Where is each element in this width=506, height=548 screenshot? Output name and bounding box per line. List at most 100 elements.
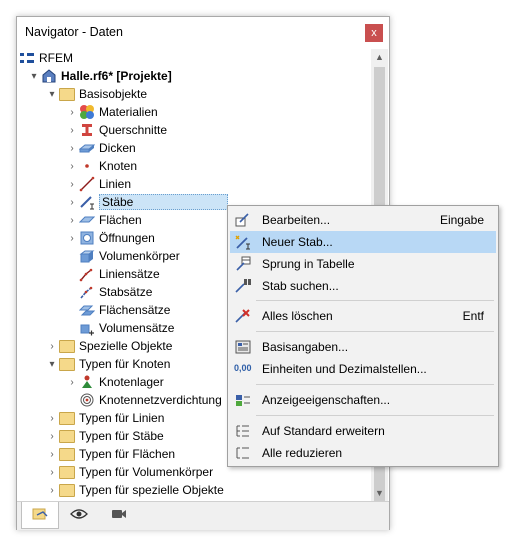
tree-item-typen-linien[interactable]: › Typen für Linien <box>45 409 164 427</box>
member-icon <box>79 194 95 210</box>
expand-chevron-icon[interactable]: › <box>45 445 59 463</box>
tree-item-label: Knoten <box>99 159 138 173</box>
menu-item-anzeigeeigenschaften[interactable]: Anzeigeeigenschaften... <box>230 389 496 411</box>
menu-item-sprung-in-tabelle[interactable]: Sprung in Tabelle <box>230 253 496 275</box>
menu-item-bearbeiten[interactable]: Bearbeiten... Eingabe <box>230 209 496 231</box>
expand-chevron-icon[interactable]: › <box>45 409 59 427</box>
tree-item-label: Öffnungen <box>99 231 155 245</box>
tree-item-typen-staebe[interactable]: › Typen für Stäbe <box>45 427 164 445</box>
tab-data[interactable] <box>21 502 59 529</box>
menu-item-alle-reduzieren[interactable]: Alle reduzieren <box>230 442 496 464</box>
surface-icon <box>79 212 95 228</box>
tree-item-model[interactable]: ▾ Halle.rf6* [Projekte] <box>27 67 172 85</box>
expand-chevron-icon[interactable]: › <box>65 373 79 391</box>
menu-item-shortcut: Entf <box>462 309 484 323</box>
scroll-down-arrow-icon[interactable]: ▼ <box>371 485 388 501</box>
menu-item-neuer-stab[interactable]: Neuer Stab... <box>230 231 496 253</box>
scroll-up-arrow-icon[interactable]: ▲ <box>371 49 388 65</box>
tree-item-flaechensaetze[interactable]: Flächensätze <box>79 301 170 319</box>
tree-item-volumenkoerper[interactable]: Volumenkörper <box>79 247 180 265</box>
expand-chevron-icon[interactable]: › <box>65 211 79 229</box>
tree-item-spezielle-objekte[interactable]: › Spezielle Objekte <box>45 337 172 355</box>
tree-item-label: Typen für Stäbe <box>79 429 164 443</box>
menu-separator <box>256 331 494 332</box>
model-icon <box>41 68 57 84</box>
tree-item-label: Typen für Linien <box>79 411 165 425</box>
tree-item-label: Typen für Flächen <box>79 447 176 461</box>
expand-chevron-icon[interactable]: › <box>45 481 59 499</box>
tree-item-knotenlager[interactable]: › Knotenlager <box>65 373 164 391</box>
expand-chevron-icon[interactable]: › <box>45 463 59 481</box>
view-eye-icon <box>70 507 88 524</box>
menu-item-label: Sprung in Tabelle <box>262 257 355 271</box>
close-button[interactable]: x <box>365 24 383 42</box>
line-icon <box>79 176 95 192</box>
tree-item-label: Linien <box>99 177 132 191</box>
menu-item-stab-suchen[interactable]: Stab suchen... <box>230 275 496 297</box>
surface-set-icon <box>79 302 95 318</box>
solid-icon <box>79 248 95 264</box>
tab-camera[interactable] <box>101 502 137 528</box>
menu-item-auf-standard-erweitern[interactable]: Auf Standard erweitern <box>230 420 496 442</box>
tree-item-materialien[interactable]: › Materialien <box>65 103 158 121</box>
tree-item-typen-volumenkoerper[interactable]: › Typen für Volumenkörper <box>45 463 213 481</box>
expand-chevron-icon[interactable]: › <box>65 139 79 157</box>
tree-item-typen-flaechen[interactable]: › Typen für Flächen <box>45 445 175 463</box>
tree-item-label: Knotennetzverdichtung <box>99 393 222 407</box>
tree-item-label: Knotenlager <box>99 375 164 389</box>
expand-chevron-icon[interactable]: › <box>65 157 79 175</box>
tree-item-typen-spezielle-objekte[interactable]: › Typen für spezielle Objekte <box>45 481 224 499</box>
menu-item-label: Alles löschen <box>262 309 333 323</box>
tree-item-label: Stäbe <box>99 194 229 210</box>
expand-chevron-icon[interactable]: › <box>45 337 59 355</box>
menu-item-label: Neuer Stab... <box>262 235 333 249</box>
tree-item-label: Halle.rf6* [Projekte] <box>61 69 172 83</box>
mesh-refinement-icon <box>79 392 95 408</box>
tree-item-knoten[interactable]: › Knoten <box>65 157 137 175</box>
expand-chevron-icon[interactable]: › <box>65 229 79 247</box>
tree-item-rfem[interactable]: RFEM <box>19 49 73 67</box>
tree-item-typen-knoten[interactable]: ▾ Typen für Knoten <box>45 355 170 373</box>
tab-view[interactable] <box>61 502 97 528</box>
line-set-icon <box>79 266 95 282</box>
tree-item-flaechen[interactable]: › Flächen <box>65 211 142 229</box>
tree-item-oeffnungen[interactable]: › Öffnungen <box>65 229 155 247</box>
tree-item-knotennetzverdichtung[interactable]: Knotennetzverdichtung <box>79 391 222 409</box>
tree-item-label: Typen für spezielle Objekte <box>79 483 224 497</box>
expand-chevron-icon[interactable]: › <box>65 193 79 211</box>
tree-item-querschnitte[interactable]: › Querschnitte <box>65 121 167 139</box>
folder-icon <box>59 356 75 372</box>
folder-icon <box>59 482 75 498</box>
tree-item-liniensaetze[interactable]: Liniensätze <box>79 265 160 283</box>
expand-chevron-icon[interactable]: › <box>65 175 79 193</box>
tree-item-label: RFEM <box>39 51 73 65</box>
tree-item-label: Flächen <box>99 213 142 227</box>
expand-chevron-icon[interactable]: › <box>65 103 79 121</box>
tree-item-volumensaetze[interactable]: Volumensätze <box>79 319 174 337</box>
materials-icon <box>79 104 95 120</box>
expand-chevron-icon[interactable]: ▾ <box>45 85 59 103</box>
tree-item-basisobjekte[interactable]: ▾ Basisobjekte <box>45 85 147 103</box>
tree-item-linien[interactable]: › Linien <box>65 175 131 193</box>
expand-chevron-icon[interactable]: ▾ <box>27 67 41 85</box>
menu-item-alles-loeschen[interactable]: Alles löschen Entf <box>230 305 496 327</box>
expand-chevron-icon[interactable]: ▾ <box>45 355 59 373</box>
tree-item-staebe[interactable]: › Stäbe <box>65 193 229 211</box>
expand-chevron-icon[interactable]: › <box>65 121 79 139</box>
tree-item-dicken[interactable]: › Dicken <box>65 139 135 157</box>
tree-item-label: Liniensätze <box>99 267 160 281</box>
rfem-icon <box>19 50 35 66</box>
tree-item-stabsaetze[interactable]: Stabsätze <box>79 283 152 301</box>
expand-chevron-icon[interactable]: › <box>45 427 59 445</box>
units-icon: 0,00 <box>234 363 252 373</box>
menu-item-label: Basisangaben... <box>262 340 349 354</box>
tree-item-label: Typen für Volumenkörper <box>79 465 214 479</box>
delete-all-icon <box>234 308 252 324</box>
tree-item-label: Basisobjekte <box>79 87 148 101</box>
menu-item-basisangaben[interactable]: Basisangaben... <box>230 336 496 358</box>
menu-item-einheiten[interactable]: 0,00 Einheiten und Dezimalstellen... <box>230 358 496 380</box>
context-menu: Bearbeiten... Eingabe Neuer Stab... Spru… <box>227 205 499 467</box>
find-member-icon <box>234 278 252 294</box>
menu-item-label: Einheiten und Dezimalstellen... <box>262 362 427 376</box>
nodal-support-icon <box>79 374 95 390</box>
